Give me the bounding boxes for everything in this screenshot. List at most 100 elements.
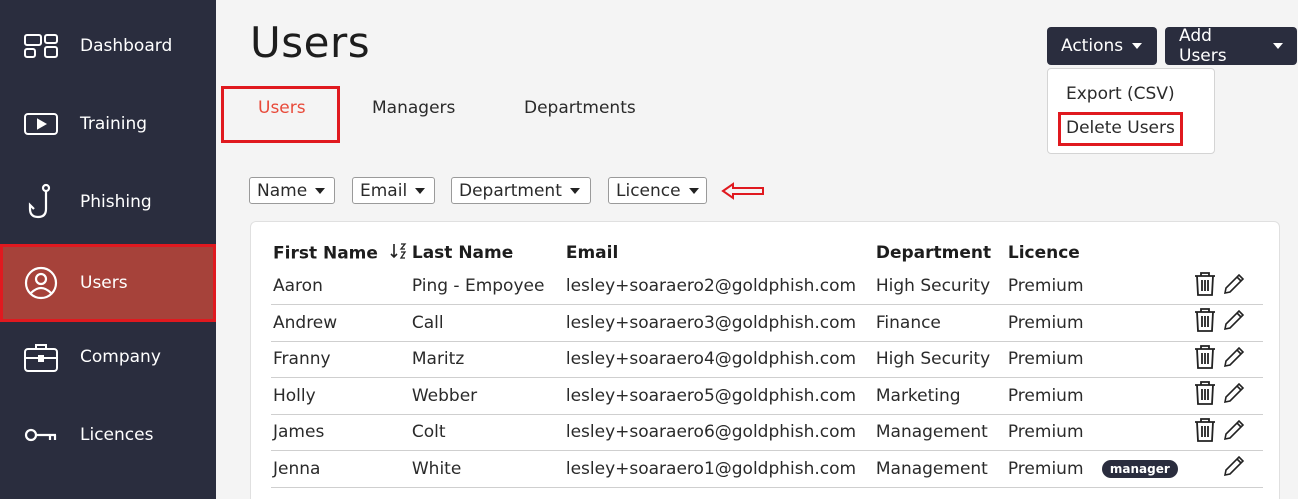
- sidebar-item-label: Company: [80, 347, 161, 367]
- trash-icon[interactable]: [1193, 344, 1217, 375]
- sidebar-item-label: Phishing: [80, 192, 152, 212]
- tab-departments[interactable]: Departments: [524, 98, 636, 118]
- cell-email: lesley+soaraero1@goldphish.com: [563, 450, 874, 488]
- sidebar-item-label: Users: [80, 273, 128, 293]
- sidebar-item-licences[interactable]: Licences: [0, 396, 216, 474]
- filter-department[interactable]: Department: [451, 177, 591, 204]
- sidebar-item-phishing[interactable]: Phishing: [0, 163, 216, 241]
- column-header-last-name[interactable]: Last Name: [410, 238, 564, 268]
- cell-email: lesley+soaraero5@goldphish.com: [563, 377, 874, 415]
- cell-department: Finance: [873, 304, 1006, 342]
- cell-department: Management: [873, 450, 1006, 488]
- caret-down-icon: [569, 187, 580, 194]
- table-row: Andrew Call lesley+soaraero3@goldphish.c…: [271, 304, 1263, 342]
- cell-licence: Premium: [1005, 304, 1191, 342]
- cell-department: Management: [873, 414, 1006, 451]
- dashboard-icon: [22, 27, 60, 65]
- sidebar: Dashboard Training Phishing Users Compan…: [0, 0, 216, 499]
- menu-item-export-csv[interactable]: Export (CSV): [1066, 84, 1175, 104]
- highlight-box: [221, 86, 340, 143]
- filter-label: Department: [459, 180, 562, 201]
- cell-last-name: White: [409, 450, 564, 488]
- cell-last-name: Call: [409, 304, 564, 342]
- pencil-icon[interactable]: [1222, 381, 1246, 410]
- column-header-department[interactable]: Department: [874, 238, 1006, 268]
- cell-first-name: Jenna: [271, 450, 410, 488]
- pencil-icon[interactable]: [1222, 454, 1246, 483]
- tab-managers[interactable]: Managers: [372, 98, 455, 118]
- arrow-left-annotation-icon: [721, 182, 764, 200]
- row-actions: [1190, 414, 1263, 451]
- sidebar-item-dashboard[interactable]: Dashboard: [0, 7, 216, 85]
- table-row: Jenna White lesley+soaraero1@goldphish.c…: [271, 450, 1263, 488]
- cell-licence: Premium: [1005, 377, 1191, 415]
- cell-department: High Security: [873, 341, 1006, 378]
- pencil-icon[interactable]: [1222, 418, 1246, 447]
- cell-first-name: James: [271, 414, 410, 451]
- cell-last-name: Webber: [409, 377, 564, 415]
- cell-email: lesley+soaraero6@goldphish.com: [563, 414, 874, 451]
- key-icon: [22, 416, 60, 454]
- sidebar-item-label: Licences: [80, 425, 154, 445]
- play-icon: [22, 105, 60, 143]
- cell-last-name: Ping - Empoyee: [409, 268, 564, 305]
- column-header-email[interactable]: Email: [564, 238, 874, 268]
- column-header-label: First Name: [273, 243, 378, 263]
- filter-email[interactable]: Email: [352, 177, 435, 204]
- row-actions: [1190, 450, 1263, 488]
- filter-label: Licence: [616, 180, 681, 201]
- trash-icon[interactable]: [1193, 307, 1217, 338]
- caret-down-icon: [1132, 43, 1143, 49]
- cell-department: Marketing: [873, 377, 1006, 415]
- add-users-button-label: Add Users: [1179, 26, 1227, 66]
- cell-first-name: Franny: [271, 341, 410, 378]
- users-table: First Name Last Name Email Department Li…: [271, 238, 1263, 488]
- cell-email: lesley+soaraero4@goldphish.com: [563, 341, 874, 378]
- caret-down-icon: [688, 187, 699, 194]
- column-header-licence[interactable]: Licence: [1006, 238, 1191, 268]
- cell-first-name: Aaron: [271, 268, 410, 305]
- cell-first-name: Andrew: [271, 304, 410, 342]
- table-header-row: First Name Last Name Email Department Li…: [271, 238, 1263, 268]
- filter-licence[interactable]: Licence: [608, 177, 707, 204]
- pencil-icon[interactable]: [1222, 345, 1246, 374]
- actions-button[interactable]: Actions: [1047, 27, 1157, 65]
- cell-licence-label: Premium: [1007, 458, 1084, 479]
- user-icon: [22, 264, 60, 302]
- sidebar-item-company[interactable]: Company: [0, 318, 216, 396]
- cell-licence: Premium: [1005, 341, 1191, 378]
- caret-down-icon: [415, 187, 426, 194]
- caret-down-icon: [1273, 43, 1283, 49]
- cell-last-name: Maritz: [409, 341, 564, 378]
- pencil-icon[interactable]: [1222, 272, 1246, 301]
- briefcase-icon: [22, 338, 60, 376]
- add-users-button[interactable]: Add Users: [1165, 26, 1297, 66]
- manager-badge: manager: [1101, 460, 1178, 478]
- trash-icon[interactable]: [1193, 271, 1217, 302]
- row-actions: [1190, 377, 1263, 415]
- table-row: Holly Webber lesley+soaraero5@goldphish.…: [271, 377, 1263, 415]
- row-actions: [1190, 304, 1263, 342]
- caret-down-icon: [315, 187, 326, 194]
- pencil-icon[interactable]: [1222, 308, 1246, 337]
- page-title: Users: [250, 18, 371, 67]
- trash-icon[interactable]: [1193, 417, 1217, 448]
- trash-icon[interactable]: [1193, 380, 1217, 411]
- cell-email: lesley+soaraero2@goldphish.com: [563, 268, 874, 305]
- cell-first-name: Holly: [271, 377, 410, 415]
- column-header-actions: [1191, 238, 1263, 268]
- actions-button-label: Actions: [1061, 36, 1124, 56]
- cell-licence: Premium manager: [1005, 450, 1191, 488]
- table-row: Aaron Ping - Empoyee lesley+soaraero2@go…: [271, 268, 1263, 305]
- cell-department: High Security: [873, 268, 1006, 305]
- filter-label: Email: [360, 180, 408, 201]
- sidebar-item-users[interactable]: Users: [0, 244, 216, 322]
- column-header-first-name[interactable]: First Name: [271, 238, 410, 268]
- sidebar-item-training[interactable]: Training: [0, 85, 216, 163]
- table-row: Franny Maritz lesley+soaraero4@goldphish…: [271, 341, 1263, 378]
- row-actions: [1190, 341, 1263, 378]
- filter-name[interactable]: Name: [249, 177, 335, 204]
- sidebar-item-label: Training: [80, 114, 148, 134]
- cell-licence: Premium: [1005, 268, 1191, 305]
- sort-alpha-down-icon: [390, 242, 408, 265]
